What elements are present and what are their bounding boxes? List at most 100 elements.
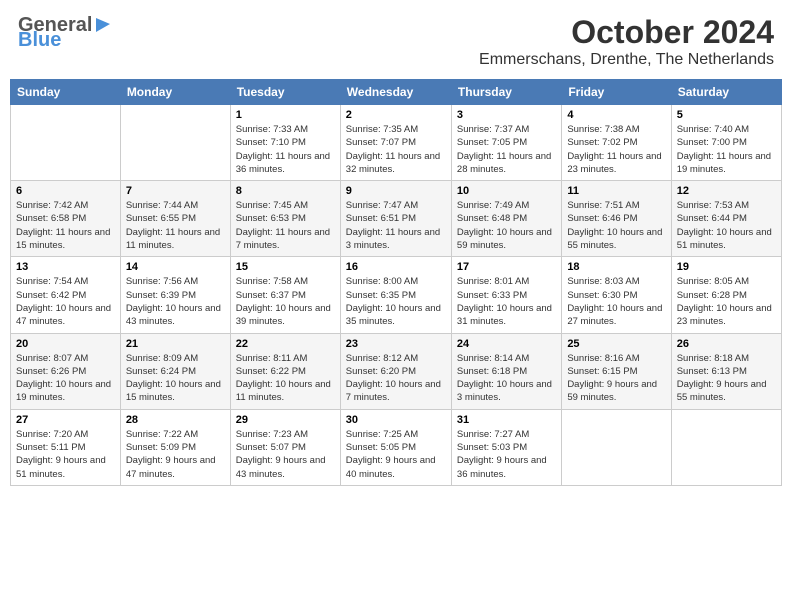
day-info: Sunrise: 8:09 AMSunset: 6:24 PMDaylight:… bbox=[126, 352, 225, 405]
day-number: 9 bbox=[346, 185, 446, 197]
day-info: Sunrise: 7:35 AMSunset: 7:07 PMDaylight:… bbox=[346, 123, 446, 176]
calendar-week-row: 27 Sunrise: 7:20 AMSunset: 5:11 PMDayligh… bbox=[11, 409, 782, 485]
day-info: Sunrise: 8:05 AMSunset: 6:28 PMDaylight:… bbox=[677, 275, 776, 328]
day-number: 2 bbox=[346, 109, 446, 121]
calendar-cell: 11 Sunrise: 7:51 AMSunset: 6:46 PMDayligh… bbox=[562, 181, 671, 257]
calendar-cell: 8 Sunrise: 7:45 AMSunset: 6:53 PMDaylight… bbox=[230, 181, 340, 257]
day-info: Sunrise: 7:49 AMSunset: 6:48 PMDaylight:… bbox=[457, 199, 556, 252]
day-number: 21 bbox=[126, 338, 225, 350]
day-info: Sunrise: 8:14 AMSunset: 6:18 PMDaylight:… bbox=[457, 352, 556, 405]
calendar-cell: 22 Sunrise: 8:11 AMSunset: 6:22 PMDayligh… bbox=[230, 333, 340, 409]
day-info: Sunrise: 7:47 AMSunset: 6:51 PMDaylight:… bbox=[346, 199, 446, 252]
calendar-cell: 17 Sunrise: 8:01 AMSunset: 6:33 PMDayligh… bbox=[451, 257, 561, 333]
day-number: 12 bbox=[677, 185, 776, 197]
calendar-cell: 10 Sunrise: 7:49 AMSunset: 6:48 PMDayligh… bbox=[451, 181, 561, 257]
day-info: Sunrise: 7:42 AMSunset: 6:58 PMDaylight:… bbox=[16, 199, 115, 252]
day-number: 31 bbox=[457, 414, 556, 426]
day-info: Sunrise: 8:01 AMSunset: 6:33 PMDaylight:… bbox=[457, 275, 556, 328]
month-title: October 2024 bbox=[479, 14, 774, 51]
day-number: 25 bbox=[567, 338, 665, 350]
calendar-cell: 3Sunrise: 7:37 AMSunset: 7:05 PMDaylight… bbox=[451, 105, 561, 181]
calendar-cell: 4 Sunrise: 7:38 AMSunset: 7:02 PMDaylight… bbox=[562, 105, 671, 181]
day-info: Sunrise: 7:38 AMSunset: 7:02 PMDaylight:… bbox=[567, 123, 665, 176]
day-info: Sunrise: 7:53 AMSunset: 6:44 PMDaylight:… bbox=[677, 199, 776, 252]
day-info: Sunrise: 7:25 AMSunset: 5:05 PMDaylight:… bbox=[346, 428, 446, 481]
day-info: Sunrise: 7:40 AMSunset: 7:00 PMDaylight:… bbox=[677, 123, 776, 176]
calendar-cell bbox=[671, 409, 781, 485]
day-info: Sunrise: 7:54 AMSunset: 6:42 PMDaylight:… bbox=[16, 275, 115, 328]
calendar-cell: 13 Sunrise: 7:54 AMSunset: 6:42 PMDayligh… bbox=[11, 257, 121, 333]
calendar-cell: 2 Sunrise: 7:35 AMSunset: 7:07 PMDaylight… bbox=[340, 105, 451, 181]
day-number: 16 bbox=[346, 261, 446, 273]
day-info: Sunrise: 8:00 AMSunset: 6:35 PMDaylight:… bbox=[346, 275, 446, 328]
day-info: Sunrise: 7:44 AMSunset: 6:55 PMDaylight:… bbox=[126, 199, 225, 252]
day-number: 1 bbox=[236, 109, 335, 121]
day-number: 7 bbox=[126, 185, 225, 197]
calendar-cell: 29 Sunrise: 7:23 AMSunset: 5:07 PMDayligh… bbox=[230, 409, 340, 485]
day-of-week-header: Wednesday bbox=[340, 80, 451, 105]
calendar-cell: 30 Sunrise: 7:25 AMSunset: 5:05 PMDayligh… bbox=[340, 409, 451, 485]
day-of-week-header: Tuesday bbox=[230, 80, 340, 105]
day-number: 24 bbox=[457, 338, 556, 350]
calendar-cell: 14Sunrise: 7:56 AMSunset: 6:39 PMDayligh… bbox=[120, 257, 230, 333]
day-number: 26 bbox=[677, 338, 776, 350]
day-info: Sunrise: 7:37 AMSunset: 7:05 PMDaylight:… bbox=[457, 123, 556, 176]
day-of-week-header: Thursday bbox=[451, 80, 561, 105]
day-of-week-header: Saturday bbox=[671, 80, 781, 105]
calendar-cell: 25 Sunrise: 8:16 AMSunset: 6:15 PMDayligh… bbox=[562, 333, 671, 409]
day-info: Sunrise: 7:33 AMSunset: 7:10 PMDaylight:… bbox=[236, 123, 335, 176]
calendar-week-row: 1 Sunrise: 7:33 AMSunset: 7:10 PMDaylight… bbox=[11, 105, 782, 181]
calendar-cell: 6 Sunrise: 7:42 AMSunset: 6:58 PMDaylight… bbox=[11, 181, 121, 257]
day-number: 10 bbox=[457, 185, 556, 197]
day-number: 18 bbox=[567, 261, 665, 273]
day-info: Sunrise: 7:58 AMSunset: 6:37 PMDaylight:… bbox=[236, 275, 335, 328]
day-info: Sunrise: 8:03 AMSunset: 6:30 PMDaylight:… bbox=[567, 275, 665, 328]
calendar-cell bbox=[562, 409, 671, 485]
calendar-cell: 23Sunrise: 8:12 AMSunset: 6:20 PMDayligh… bbox=[340, 333, 451, 409]
logo: General Blue bbox=[18, 14, 112, 52]
calendar-cell: 12 Sunrise: 7:53 AMSunset: 6:44 PMDayligh… bbox=[671, 181, 781, 257]
calendar-cell: 21 Sunrise: 8:09 AMSunset: 6:24 PMDayligh… bbox=[120, 333, 230, 409]
logo-icon bbox=[94, 16, 112, 34]
calendar-cell: 24 Sunrise: 8:14 AMSunset: 6:18 PMDayligh… bbox=[451, 333, 561, 409]
day-info: Sunrise: 8:11 AMSunset: 6:22 PMDaylight:… bbox=[236, 352, 335, 405]
day-info: Sunrise: 7:20 AMSunset: 5:11 PMDaylight:… bbox=[16, 428, 115, 481]
calendar-cell: 5 Sunrise: 7:40 AMSunset: 7:00 PMDaylight… bbox=[671, 105, 781, 181]
day-info: Sunrise: 7:51 AMSunset: 6:46 PMDaylight:… bbox=[567, 199, 665, 252]
day-info: Sunrise: 8:18 AMSunset: 6:13 PMDaylight:… bbox=[677, 352, 776, 405]
title-section: October 2024 Emmerschans, Drenthe, The N… bbox=[479, 14, 774, 69]
calendar-week-row: 6 Sunrise: 7:42 AMSunset: 6:58 PMDaylight… bbox=[11, 181, 782, 257]
day-number: 8 bbox=[236, 185, 335, 197]
day-info: Sunrise: 7:27 AMSunset: 5:03 PMDaylight:… bbox=[457, 428, 556, 481]
day-info: Sunrise: 7:45 AMSunset: 6:53 PMDaylight:… bbox=[236, 199, 335, 252]
day-info: Sunrise: 8:07 AMSunset: 6:26 PMDaylight:… bbox=[16, 352, 115, 405]
day-info: Sunrise: 8:16 AMSunset: 6:15 PMDaylight:… bbox=[567, 352, 665, 405]
day-number: 11 bbox=[567, 185, 665, 197]
calendar-cell: 9 Sunrise: 7:47 AMSunset: 6:51 PMDaylight… bbox=[340, 181, 451, 257]
day-info: Sunrise: 7:23 AMSunset: 5:07 PMDaylight:… bbox=[236, 428, 335, 481]
day-number: 22 bbox=[236, 338, 335, 350]
day-number: 30 bbox=[346, 414, 446, 426]
day-number: 29 bbox=[236, 414, 335, 426]
day-number: 13 bbox=[16, 261, 115, 273]
day-number: 20 bbox=[16, 338, 115, 350]
calendar-cell: 1 Sunrise: 7:33 AMSunset: 7:10 PMDaylight… bbox=[230, 105, 340, 181]
location-subtitle: Emmerschans, Drenthe, The Netherlands bbox=[479, 51, 774, 69]
calendar-cell: 15Sunrise: 7:58 AMSunset: 6:37 PMDayligh… bbox=[230, 257, 340, 333]
day-of-week-header: Friday bbox=[562, 80, 671, 105]
day-number: 5 bbox=[677, 109, 776, 121]
calendar-cell: 18 Sunrise: 8:03 AMSunset: 6:30 PMDayligh… bbox=[562, 257, 671, 333]
calendar-cell: 28Sunrise: 7:22 AMSunset: 5:09 PMDayligh… bbox=[120, 409, 230, 485]
calendar-cell bbox=[11, 105, 121, 181]
page-header: General Blue October 2024 Emmerschans, D… bbox=[10, 10, 782, 73]
day-number: 23 bbox=[346, 338, 446, 350]
day-number: 27 bbox=[16, 414, 115, 426]
calendar-cell: 26 Sunrise: 8:18 AMSunset: 6:13 PMDayligh… bbox=[671, 333, 781, 409]
day-number: 4 bbox=[567, 109, 665, 121]
day-number: 17 bbox=[457, 261, 556, 273]
day-number: 6 bbox=[16, 185, 115, 197]
calendar-cell: 27 Sunrise: 7:20 AMSunset: 5:11 PMDayligh… bbox=[11, 409, 121, 485]
calendar-week-row: 20 Sunrise: 8:07 AMSunset: 6:26 PMDayligh… bbox=[11, 333, 782, 409]
calendar-cell: 31 Sunrise: 7:27 AMSunset: 5:03 PMDayligh… bbox=[451, 409, 561, 485]
day-number: 14 bbox=[126, 261, 225, 273]
